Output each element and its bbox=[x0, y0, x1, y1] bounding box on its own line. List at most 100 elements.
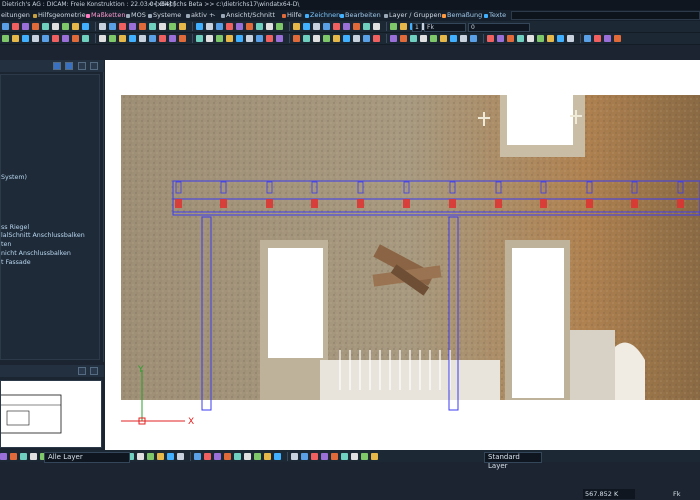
tool-icon[interactable] bbox=[517, 35, 524, 42]
menu-zeichnen[interactable]: Zeichnen bbox=[305, 10, 340, 21]
tool-icon[interactable] bbox=[293, 35, 300, 42]
tool-icon[interactable] bbox=[82, 23, 89, 30]
tool-icon[interactable] bbox=[196, 35, 203, 42]
tree-item[interactable]: System) bbox=[1, 174, 27, 182]
tool-icon[interactable] bbox=[82, 35, 89, 42]
tool-icon[interactable] bbox=[32, 23, 39, 30]
tool-icon[interactable] bbox=[537, 35, 544, 42]
menu-ansicht-schnitt[interactable]: Ansicht/Schnitt bbox=[221, 10, 275, 21]
tool-icon[interactable] bbox=[32, 35, 39, 42]
tool-icon[interactable] bbox=[440, 35, 447, 42]
joist-marker[interactable] bbox=[540, 199, 547, 208]
tool-icon[interactable] bbox=[266, 35, 273, 42]
menu-bearbeiten[interactable]: Bearbeiten bbox=[340, 10, 381, 21]
tool-icon[interactable] bbox=[42, 35, 49, 42]
tool-icon[interactable] bbox=[159, 35, 166, 42]
joist-marker[interactable] bbox=[357, 199, 364, 208]
tool-icon[interactable] bbox=[460, 35, 467, 42]
joist-marker[interactable] bbox=[403, 199, 410, 208]
joist-marker[interactable] bbox=[449, 199, 456, 208]
tool-icon[interactable] bbox=[119, 35, 126, 42]
tool-icon[interactable] bbox=[169, 23, 176, 30]
tool-icon[interactable] bbox=[303, 23, 310, 30]
menu-aktiv[interactable]: aktiv + bbox=[186, 10, 214, 21]
tool-icon[interactable] bbox=[323, 23, 330, 30]
tool-icon[interactable] bbox=[420, 35, 427, 42]
tool-icon[interactable] bbox=[353, 35, 360, 42]
menu-texte[interactable]: Texte bbox=[484, 10, 506, 21]
tool-icon[interactable] bbox=[99, 35, 106, 42]
tool-icon[interactable] bbox=[363, 23, 370, 30]
tool-icon[interactable] bbox=[62, 35, 69, 42]
tool-icon[interactable] bbox=[236, 35, 243, 42]
tool-icon[interactable] bbox=[216, 35, 223, 42]
tool-icon[interactable] bbox=[22, 35, 29, 42]
tool-icon[interactable] bbox=[179, 23, 186, 30]
tool-icon[interactable] bbox=[266, 23, 273, 30]
menu-masskette[interactable]: Maßketten bbox=[86, 10, 125, 21]
toolbar-fk-field[interactable]: Fk bbox=[424, 22, 466, 32]
tool-icon[interactable] bbox=[246, 23, 253, 30]
tool-icon[interactable] bbox=[2, 23, 9, 30]
tool-icon[interactable] bbox=[2, 35, 9, 42]
joist-marker[interactable] bbox=[586, 199, 593, 208]
tool-icon[interactable] bbox=[313, 35, 320, 42]
menu-leitungen[interactable]: eitungen bbox=[1, 10, 30, 21]
toolbar-zero-field[interactable]: 0 bbox=[468, 22, 530, 32]
tool-icon[interactable] bbox=[129, 23, 136, 30]
cad-viewport[interactable]: Y X bbox=[105, 60, 700, 458]
tool-icon[interactable] bbox=[323, 35, 330, 42]
tool-icon[interactable] bbox=[72, 23, 79, 30]
tool-icon[interactable] bbox=[179, 35, 186, 42]
layer-filter-dropdown[interactable]: Alle Layer bbox=[44, 452, 130, 463]
tool-icon[interactable] bbox=[567, 35, 574, 42]
preview-viewport[interactable] bbox=[0, 380, 102, 448]
tool-icon[interactable] bbox=[62, 23, 69, 30]
tool-icon[interactable] bbox=[507, 35, 514, 42]
tool-icon[interactable] bbox=[236, 23, 243, 30]
toolbar-number-field[interactable]: 1 bbox=[412, 22, 422, 32]
menu-minus[interactable]: - bbox=[213, 10, 215, 21]
panel-pin-icon[interactable] bbox=[78, 62, 86, 70]
tool-icon[interactable] bbox=[216, 23, 223, 30]
panel-close-icon[interactable] bbox=[90, 62, 98, 70]
menu-layer-gruppen[interactable]: Layer / Gruppen bbox=[384, 10, 442, 21]
tree-item[interactable]: lalSchnitt Anschlussbalken bbox=[1, 232, 85, 240]
tool-icon[interactable] bbox=[333, 35, 340, 42]
tool-icon[interactable] bbox=[129, 35, 136, 42]
tool-icon[interactable] bbox=[149, 35, 156, 42]
panel-pin-icon[interactable] bbox=[78, 367, 86, 375]
tool-icon[interactable] bbox=[400, 35, 407, 42]
tool-icon[interactable] bbox=[373, 23, 380, 30]
tool-icon[interactable] bbox=[256, 35, 263, 42]
tree-item[interactable]: t Fassade bbox=[1, 259, 31, 267]
tool-icon[interactable] bbox=[527, 35, 534, 42]
tool-icon[interactable] bbox=[109, 23, 116, 30]
tool-icon[interactable] bbox=[139, 23, 146, 30]
joist-marker[interactable] bbox=[311, 199, 318, 208]
tool-icon[interactable] bbox=[390, 23, 397, 30]
joist-marker[interactable] bbox=[677, 199, 684, 208]
tool-icon[interactable] bbox=[470, 35, 477, 42]
tree-item[interactable]: ss Riegel bbox=[1, 224, 29, 232]
menu-bemassung[interactable]: Bemaßung bbox=[442, 10, 482, 21]
tool-icon[interactable] bbox=[390, 35, 397, 42]
tool-icon[interactable] bbox=[159, 23, 166, 30]
menu-systeme[interactable]: Systeme bbox=[148, 10, 181, 21]
tool-icon[interactable] bbox=[594, 35, 601, 42]
tool-icon[interactable] bbox=[363, 35, 370, 42]
tool-icon[interactable] bbox=[276, 35, 283, 42]
active-layer-dropdown[interactable]: Standard Layer bbox=[484, 452, 542, 470]
panel-close-icon[interactable] bbox=[90, 367, 98, 375]
joist-marker[interactable] bbox=[631, 199, 638, 208]
tool-icon[interactable] bbox=[400, 23, 407, 30]
panel-check-icon[interactable] bbox=[65, 62, 73, 70]
tool-icon[interactable] bbox=[276, 23, 283, 30]
tool-icon[interactable] bbox=[353, 23, 360, 30]
joist-marker[interactable] bbox=[175, 199, 182, 208]
tree-item[interactable]: ten bbox=[1, 241, 11, 249]
tool-icon[interactable] bbox=[109, 35, 116, 42]
joist-marker[interactable] bbox=[266, 199, 273, 208]
tool-icon[interactable] bbox=[450, 35, 457, 42]
tool-icon[interactable] bbox=[119, 23, 126, 30]
